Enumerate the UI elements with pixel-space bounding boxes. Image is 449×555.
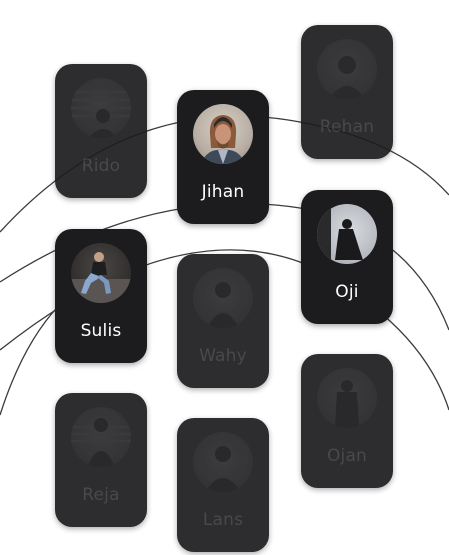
person-photo-icon [71, 252, 131, 303]
avatar [71, 407, 131, 467]
profile-card-rehan[interactable]: Rehan [301, 25, 393, 159]
avatar [317, 368, 377, 428]
profile-name: Ojan [326, 446, 368, 466]
avatar [317, 39, 377, 99]
profile-card-sulis[interactable]: Sulis [55, 229, 147, 363]
person-photo-icon [207, 282, 239, 328]
person-photo-icon [205, 446, 241, 492]
avatar [317, 204, 377, 264]
profile-card-oji[interactable]: Oji [301, 190, 393, 324]
avatar [193, 432, 253, 492]
profile-card-ojan[interactable]: Ojan [301, 354, 393, 488]
profile-card-lans[interactable]: Lans [177, 418, 269, 552]
profile-card-rido[interactable]: Rido [55, 64, 147, 198]
profile-name: Rehan [319, 117, 375, 137]
profile-name: Rido [81, 156, 121, 176]
avatar [71, 243, 131, 303]
person-photo-icon [71, 90, 131, 138]
profile-name: Wahy [199, 346, 247, 366]
profile-card-reja[interactable]: Reja [55, 393, 147, 527]
person-photo-icon [201, 115, 245, 164]
person-photo-icon [335, 380, 359, 428]
profile-card-wahy[interactable]: Wahy [177, 254, 269, 388]
profile-name: Jihan [201, 182, 245, 202]
profile-name: Reja [82, 485, 120, 505]
profile-name: Lans [202, 510, 244, 530]
person-photo-icon [317, 204, 363, 264]
person-photo-icon [71, 418, 131, 467]
avatar [193, 104, 253, 164]
profile-name: Oji [335, 282, 359, 302]
avatar [193, 268, 253, 328]
profile-name: Sulis [80, 321, 122, 341]
avatar [71, 78, 131, 138]
person-photo-icon [329, 56, 365, 99]
profile-card-jihan[interactable]: Jihan [177, 90, 269, 224]
